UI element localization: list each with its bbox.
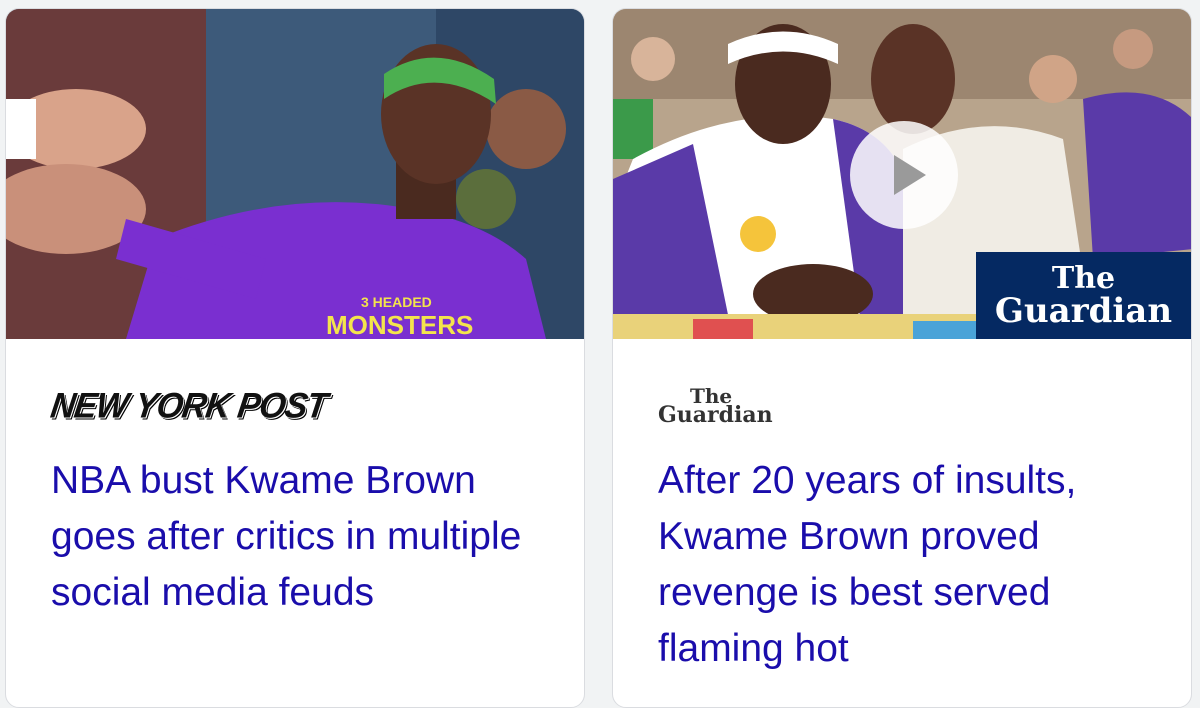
article-headline[interactable]: NBA bust Kwame Brown goes after critics … (51, 453, 551, 621)
news-card-nypost[interactable]: 3 HEADED MONSTERS NEW YORK POST NBA bust… (5, 8, 585, 708)
play-icon (894, 155, 926, 195)
thumbnail-photo: 3 HEADED MONSTERS (6, 9, 584, 339)
news-card-guardian[interactable]: The Guardian The Guardian After 20 years… (612, 8, 1192, 708)
badge-line1: The (1051, 261, 1116, 296)
guardian-watermark-badge: The Guardian (976, 252, 1191, 339)
source-logo-guardian: The Guardian (658, 381, 773, 431)
video-play-button[interactable] (850, 121, 958, 229)
source-name-line2: Guardian (658, 402, 773, 428)
badge-line2: Guardian (994, 291, 1173, 331)
jersey-text-bottom: MONSTERS (326, 310, 473, 339)
source-logo-nypost: NEW YORK POST (48, 381, 329, 431)
article-headline[interactable]: After 20 years of insults, Kwame Brown p… (658, 453, 1158, 677)
article-thumbnail[interactable]: The Guardian (613, 9, 1191, 339)
source-name: NEW YORK POST (48, 386, 330, 426)
source-name: The Guardian (658, 386, 773, 428)
article-thumbnail[interactable]: 3 HEADED MONSTERS (6, 9, 584, 339)
jersey-text-top: 3 HEADED (361, 294, 432, 310)
